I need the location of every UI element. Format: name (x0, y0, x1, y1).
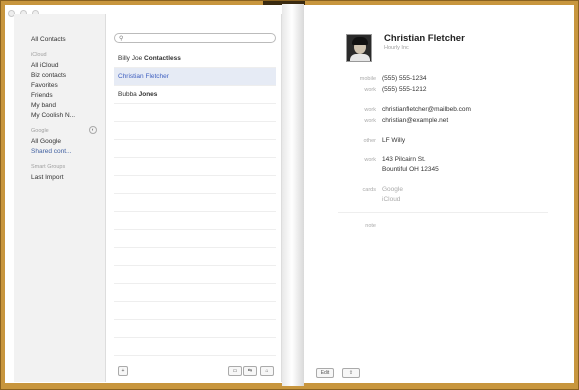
sidebar-header-smart-groups: Smart Groups (31, 164, 66, 170)
contact-last-name: Contactless (144, 55, 181, 62)
list-item[interactable]: Billy Joe Contactless (114, 50, 276, 68)
field-value: iCloud (382, 196, 401, 203)
search-field[interactable]: ⚲ (114, 33, 276, 43)
field-value[interactable]: (555) 555-1212 (382, 86, 426, 93)
empty-row (114, 194, 276, 212)
field-address: work 143 Pilcairn St. (338, 156, 548, 166)
field-label: work (364, 157, 376, 163)
empty-row (114, 302, 276, 320)
field-work-email-2: work christian@example.net (338, 117, 548, 127)
field-work-phone: work (555) 555-1212 (338, 86, 548, 96)
sidebar-item-friends[interactable]: Friends (14, 90, 105, 100)
contact-last-name: Fletcher (145, 73, 169, 80)
contact-last-name: Jones (138, 91, 158, 98)
switch-view-icon[interactable]: ⇆ (243, 366, 257, 376)
contact-first-name: Christian (118, 73, 144, 80)
list-toolbar: + ▭ ⇆ ⌂ (114, 366, 276, 380)
contact-company: Hourly Inc (384, 45, 409, 51)
empty-row (114, 176, 276, 194)
field-label: work (364, 87, 376, 93)
field-value[interactable]: christianfletcher@mailbeb.com (382, 106, 471, 113)
field-work-email: work christianfletcher@mailbeb.com (338, 106, 548, 116)
sidebar-item-biz-contacts[interactable]: Biz contacts (14, 70, 105, 80)
empty-row (114, 230, 276, 248)
sidebar-item-favorites[interactable]: Favorites (14, 80, 105, 90)
sidebar-item-my-coolish[interactable]: My Coolish N... (14, 110, 105, 120)
sidebar-item-shared-contacts[interactable]: Shared cont... (14, 146, 105, 156)
empty-row (114, 104, 276, 122)
field-label: work (364, 107, 376, 113)
field-value: Google (382, 186, 403, 193)
empty-row (114, 140, 276, 158)
field-label: note (365, 223, 376, 229)
sidebar-item-last-import[interactable]: Last Import (14, 172, 105, 182)
groups-sidebar: All Contacts iCloud All iCloud Biz conta… (14, 14, 106, 382)
sidebar-item-all-icloud[interactable]: All iCloud (14, 60, 105, 70)
field-label: cards (362, 187, 376, 193)
contact-first-name: Bubba (118, 91, 137, 98)
home-icon[interactable]: ⌂ (260, 366, 274, 376)
edit-button[interactable]: Edit (316, 368, 334, 378)
field-mobile: mobile (555) 555-1234 (338, 75, 548, 85)
sidebar-item-all-google[interactable]: All Google (14, 136, 105, 146)
empty-row (114, 320, 276, 338)
field-value[interactable]: LF Willy (382, 137, 405, 144)
field-value[interactable]: Bountiful OH 12345 (382, 166, 439, 173)
empty-row (114, 284, 276, 302)
contact-name: Christian Fletcher (384, 33, 465, 44)
empty-row (114, 266, 276, 284)
contact-first-name: Billy Joe (118, 55, 143, 62)
contacts-list-panel: ⚲ Billy Joe Contactless Christian Fletch… (106, 14, 282, 382)
field-value[interactable]: (555) 555-1234 (382, 75, 426, 82)
avatar[interactable] (346, 34, 372, 62)
sidebar-header-google-label: Google (31, 128, 49, 134)
field-address-line-2: Bountiful OH 12345 (338, 166, 548, 176)
search-icon: ⚲ (119, 36, 124, 42)
sidebar-header-google: Google ◐ (14, 126, 105, 136)
field-value[interactable]: christian@example.net (382, 117, 448, 124)
avatar-shirt (350, 54, 370, 61)
sync-icon[interactable]: ◐ (89, 126, 97, 134)
field-label: other (363, 138, 376, 144)
page-fold (282, 4, 304, 386)
empty-row (114, 338, 276, 356)
field-label: mobile (359, 76, 376, 82)
list-item-selected[interactable]: Christian Fletcher (114, 68, 276, 86)
field-cards: cards Google (338, 186, 548, 196)
sidebar-item-my-band[interactable]: My band (14, 100, 105, 110)
field-other: other LF Willy (338, 137, 548, 147)
field-label: work (364, 118, 376, 124)
field-cards-2: iCloud (338, 196, 548, 206)
empty-row (114, 158, 276, 176)
contact-detail-panel: Christian Fletcher Hourly Inc mobile (55… (304, 14, 559, 382)
view-card-icon[interactable]: ▭ (228, 366, 242, 376)
empty-row (114, 248, 276, 266)
empty-row (114, 122, 276, 140)
divider (338, 212, 548, 213)
list-item[interactable]: Bubba Jones (114, 86, 276, 104)
field-note[interactable]: note (338, 222, 548, 232)
add-contact-button[interactable]: + (118, 366, 128, 376)
sidebar-item-all-contacts[interactable]: All Contacts (14, 34, 105, 44)
empty-row (114, 212, 276, 230)
field-value[interactable]: 143 Pilcairn St. (382, 156, 426, 163)
avatar-hair (352, 37, 368, 45)
share-icon[interactable]: ⇪ (342, 368, 360, 378)
contacts-list: Billy Joe Contactless Christian Fletcher… (114, 50, 276, 356)
sidebar-header-icloud: iCloud (31, 52, 47, 58)
